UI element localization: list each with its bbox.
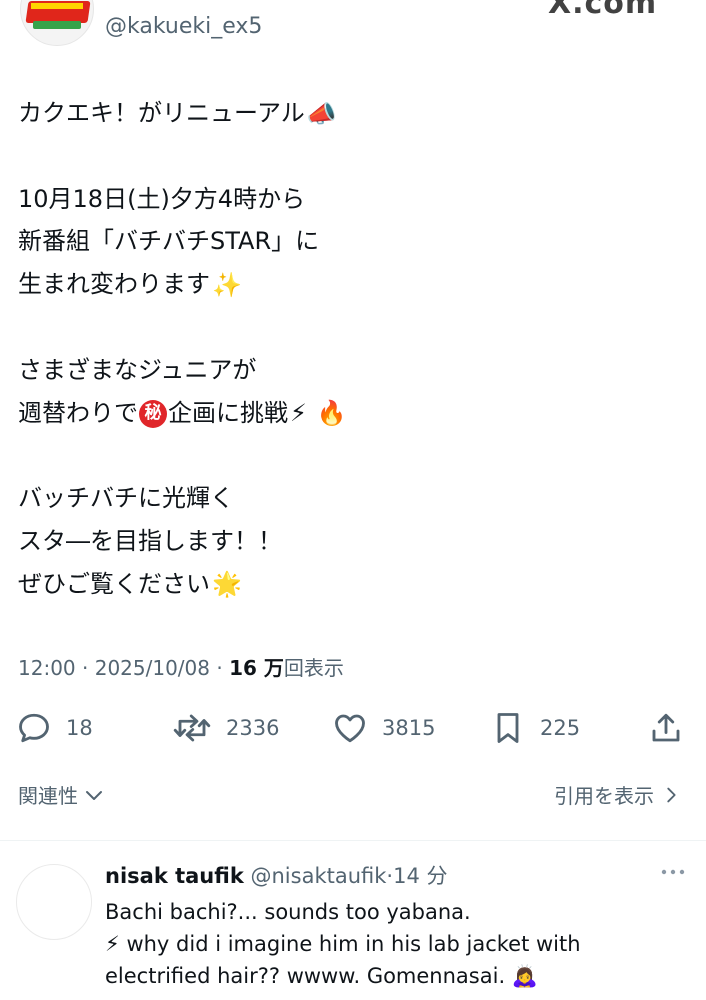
reply-avatar[interactable]	[16, 864, 92, 940]
reply-line: ⚡ why did i imagine him in his lab jacke…	[105, 932, 581, 956]
reply-button[interactable]: 18	[16, 708, 93, 748]
views-label: 回表示	[283, 656, 344, 680]
post-line: バッチバチに光輝く	[18, 484, 234, 513]
post-line: カクエキ！がリニューアル📣	[18, 92, 678, 135]
fire-emoji: 🔥	[316, 399, 347, 428]
repost-count: 2336	[226, 716, 280, 740]
more-options-icon[interactable]	[660, 862, 686, 882]
divider	[0, 840, 706, 841]
post-line: 10月18日(土)夕方4時から	[18, 184, 306, 213]
bookmark-button[interactable]: 225	[490, 708, 580, 748]
post-line: 生まれ変わります✨	[18, 263, 678, 306]
post-line: 週替わりで秘企画に挑戦⚡ 🔥	[18, 392, 678, 435]
like-button[interactable]: 3815	[332, 708, 435, 748]
reply-line: electrified hair?? wwww. Gomennasai. 🙇‍♀…	[105, 964, 538, 988]
repost-icon	[173, 714, 211, 742]
reply-text: Bachi bachi?... sounds too yabana. ⚡ why…	[105, 896, 695, 992]
repost-button[interactable]: 2336	[172, 708, 279, 748]
profile-avatar[interactable]	[20, 0, 94, 46]
relevance-label: 関連性	[18, 784, 78, 808]
reply-count: 18	[66, 716, 93, 740]
reply-time[interactable]: 14 分	[393, 864, 447, 888]
post-text: カクエキ！がリニューアル📣 10月18日(土)夕方4時から 新番組「バチバチST…	[18, 92, 678, 606]
sparkles-emoji: ✨	[212, 270, 242, 299]
glowing-star-emoji: 🌟	[212, 570, 242, 599]
bookmark-count: 225	[540, 716, 581, 740]
share-icon	[652, 713, 680, 742]
post-date[interactable]: 2025/10/08	[95, 656, 210, 680]
like-count: 3815	[382, 716, 436, 740]
reply-author-handle[interactable]: @nisaktaufik	[250, 864, 386, 888]
heart-icon	[335, 714, 365, 743]
post-time[interactable]: 12:00	[18, 656, 76, 680]
lightning-emoji: ⚡	[105, 932, 120, 956]
reply-line: Bachi bachi?... sounds too yabana.	[105, 900, 471, 924]
bowing-woman-emoji: 🙇‍♀️	[511, 964, 538, 988]
view-quotes-label: 引用を表示	[554, 784, 654, 808]
post-meta: 12:00 · 2025/10/08 · 16 万回表示	[18, 656, 344, 680]
post-line: さまざまなジュニアが	[18, 355, 257, 384]
author-handle[interactable]: @kakueki_ex5	[105, 14, 262, 39]
view-quotes-link[interactable]: 引用を表示	[554, 780, 682, 809]
relevance-dropdown[interactable]: 関連性	[18, 780, 106, 809]
reply-icon	[19, 713, 49, 743]
post-line: スタ―を目指します！！	[18, 526, 282, 555]
reply-header: nisak taufik @nisaktaufik·14 分	[105, 864, 448, 888]
lightning-emoji: ⚡	[290, 399, 307, 428]
views-count: 16 万	[229, 656, 284, 680]
reply-author-name[interactable]: nisak taufik	[105, 864, 244, 888]
chevron-right-icon	[667, 787, 676, 802]
share-button[interactable]	[648, 708, 684, 748]
secret-mark-emoji: 秘	[139, 399, 167, 428]
bookmark-icon	[497, 713, 519, 743]
megaphone-emoji: 📣	[306, 99, 337, 128]
watermark: X.com	[548, 0, 658, 21]
post-line: 新番組「バチバチSTAR」に	[18, 227, 320, 256]
post-line: ぜひご覧ください🌟	[18, 563, 678, 606]
chevron-down-icon	[86, 790, 102, 800]
